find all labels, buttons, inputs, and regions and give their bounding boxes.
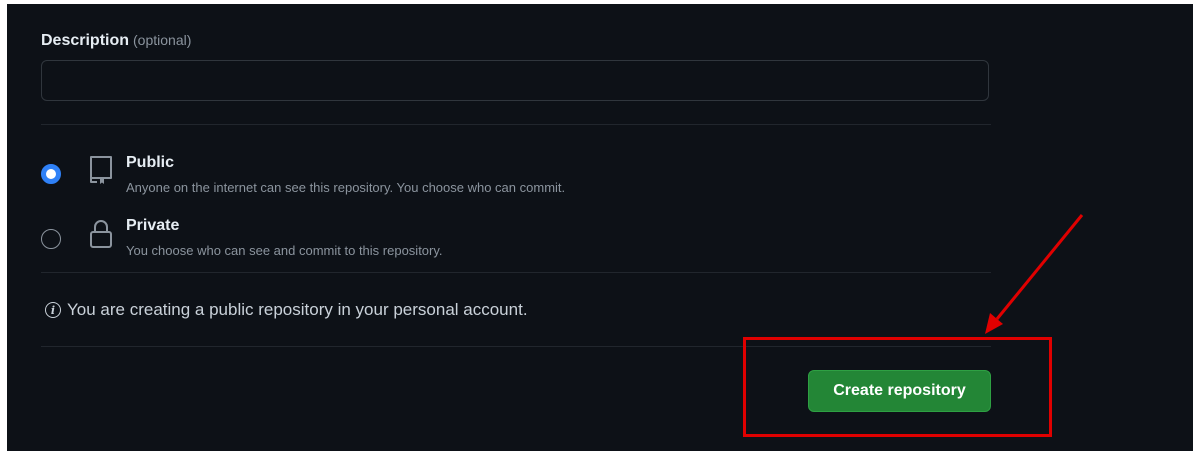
public-option-title[interactable]: Public [126,154,174,172]
private-option-description: You choose who can see and commit to thi… [126,243,443,258]
info-message: i You are creating a public repository i… [45,300,528,320]
private-option-title[interactable]: Private [126,217,179,235]
annotation-highlight-box [743,337,1052,437]
info-icon: i [45,302,61,318]
create-repo-panel: Description (optional) Public Anyone on t… [7,4,1193,451]
private-radio[interactable] [41,229,61,249]
lock-icon [90,220,112,248]
public-radio[interactable] [41,164,61,184]
divider [41,272,991,273]
description-input[interactable] [41,60,989,101]
public-option-description: Anyone on the internet can see this repo… [126,180,566,195]
description-label-text: Description [41,32,130,49]
description-label: Description (optional) [41,32,191,50]
divider [41,124,991,125]
repo-icon [90,156,112,184]
info-message-text: You are creating a public repository in … [67,300,528,319]
description-optional-text: (optional) [133,32,192,48]
